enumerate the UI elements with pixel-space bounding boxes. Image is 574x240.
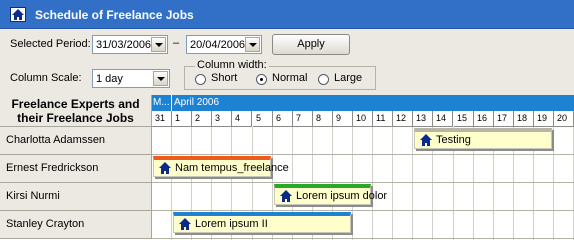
task-label: Testing — [436, 134, 471, 146]
month-prev-label: M... — [152, 95, 172, 111]
start-date-picker[interactable]: 31/03/2006 — [92, 35, 168, 54]
period-label: Selected Period: — [10, 38, 91, 50]
resource-row[interactable]: Kirsi Nurmi — [0, 183, 152, 211]
start-date-value: 31/03/2006 — [96, 39, 152, 51]
grid-column-line — [171, 127, 172, 240]
day-header: 9 — [333, 111, 353, 127]
day-header: 1 — [172, 111, 192, 127]
control-panel: Selected Period: 31/03/2006 – 20/04/2006… — [0, 29, 574, 95]
day-header: 19 — [534, 111, 554, 127]
radio-normal-label: Normal — [272, 72, 308, 84]
chevron-down-icon[interactable] — [151, 37, 166, 52]
grid-column-line — [553, 127, 554, 240]
day-header: 20 — [554, 111, 574, 127]
home-icon — [420, 134, 432, 146]
home-icon — [10, 7, 26, 22]
day-header: 13 — [413, 111, 433, 127]
window-title: Schedule of Freelance Jobs — [35, 8, 194, 22]
grid-row-line — [152, 210, 574, 211]
day-header: 31 — [152, 111, 172, 127]
grid-column-line — [412, 127, 413, 240]
period-separator: – — [173, 37, 180, 49]
timeline-grid[interactable]: M... April 2006 31 1 2 3 4 5 6 7 8 9 10 11 12 13 14 15 1… — [152, 95, 574, 240]
day-header: 12 — [393, 111, 413, 127]
day-header: 15 — [454, 111, 474, 127]
radio-large-label: Large — [334, 72, 363, 84]
end-date-value: 20/04/2006 — [190, 39, 246, 51]
task-bar[interactable]: Nam tempus_freelance — [153, 156, 289, 177]
day-header: 7 — [293, 111, 313, 127]
day-header: 3 — [212, 111, 232, 127]
radio-short-label: Short — [211, 72, 238, 84]
resource-row[interactable]: Charlotta Adamssen — [0, 127, 152, 155]
day-header: 17 — [494, 111, 514, 127]
day-header: 8 — [313, 111, 333, 127]
day-header: 16 — [474, 111, 494, 127]
task-bar[interactable]: Lorem ipsum dolor — [274, 184, 387, 205]
task-label: Lorem ipsum dolor — [296, 190, 388, 202]
home-icon — [280, 190, 292, 202]
apply-button[interactable]: Apply — [272, 34, 350, 55]
scale-label: Column Scale: — [10, 72, 82, 84]
end-date-picker[interactable]: 20/04/2006 — [186, 35, 262, 54]
resource-column: Freelance Experts and their Freelance Jo… — [0, 95, 152, 240]
grid-row-line — [152, 182, 574, 183]
task-label: Lorem ipsum II — [195, 218, 268, 230]
radio-short[interactable] — [195, 74, 206, 85]
resource-header: Freelance Experts and their Freelance Jo… — [0, 95, 152, 127]
radio-large[interactable] — [318, 74, 329, 85]
day-header: 6 — [273, 111, 293, 127]
day-header: 2 — [192, 111, 212, 127]
column-scale-value: 1 day — [96, 73, 123, 85]
month-current-label: April 2006 — [174, 97, 220, 108]
column-width-group: Column width: Short Normal Large — [184, 59, 376, 90]
task-label: Nam tempus_freelance — [175, 162, 289, 174]
home-icon — [159, 162, 171, 174]
task-bar[interactable]: Testing — [414, 128, 552, 149]
day-header: 4 — [232, 111, 252, 127]
resource-row[interactable]: Stanley Crayton — [0, 211, 152, 239]
resource-row[interactable]: Ernest Fredrickson — [0, 155, 152, 183]
day-header: 11 — [373, 111, 393, 127]
day-header: 5 — [253, 111, 273, 127]
column-scale-select[interactable]: 1 day — [92, 69, 170, 88]
month-header: M... April 2006 — [152, 95, 574, 111]
chevron-down-icon[interactable] — [153, 71, 168, 86]
grid-row-line — [152, 238, 574, 239]
grid-column-line — [372, 127, 373, 240]
grid-column-line — [392, 127, 393, 240]
grid-row-line — [152, 154, 574, 155]
radio-normal[interactable] — [256, 74, 267, 85]
chevron-down-icon[interactable] — [245, 37, 260, 52]
title-bar: Schedule of Freelance Jobs — [0, 0, 574, 29]
column-width-label: Column width: — [195, 59, 269, 71]
home-icon — [179, 218, 191, 230]
day-header: 14 — [433, 111, 453, 127]
day-header: 18 — [514, 111, 534, 127]
day-header: 10 — [353, 111, 373, 127]
task-bar[interactable]: Lorem ipsum II — [173, 212, 351, 233]
